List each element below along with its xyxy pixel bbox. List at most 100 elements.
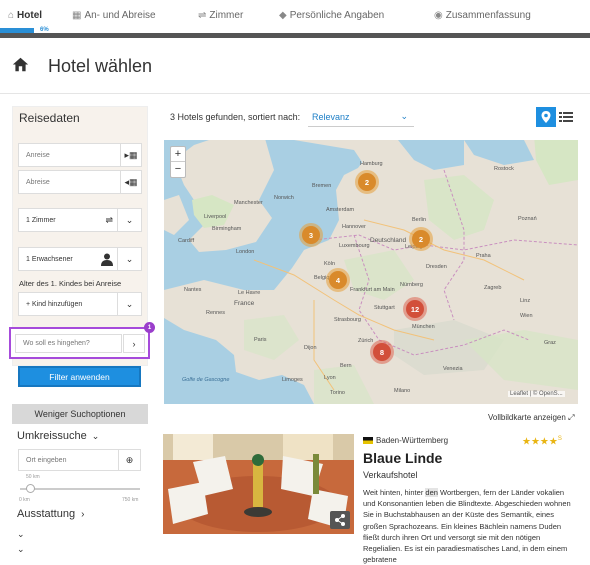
map-label: Zagreb	[484, 285, 502, 291]
map-label: Deutschland	[370, 237, 407, 244]
hotel-map[interactable]: Hamburg Berlin Amsterdam Köln Frankfurt …	[164, 140, 578, 404]
step-arrival-departure[interactable]: ▦ An- und Abreise	[72, 10, 156, 21]
bed-icon: ⇌	[198, 10, 207, 21]
map-label: France	[234, 300, 255, 307]
map-label: Nürnberg	[400, 282, 423, 288]
arrival-date-field[interactable]: Anreise	[18, 143, 121, 167]
fewer-search-options-button[interactable]: Weniger Suchoptionen	[12, 404, 148, 424]
notification-badge: 1	[144, 322, 155, 333]
adults-value: 1 Erwachsener	[26, 255, 73, 263]
map-label: London	[236, 249, 255, 255]
step-label: Zusammenfassung	[445, 10, 531, 21]
map-label: Berlin	[412, 217, 427, 223]
rooms-dropdown-button[interactable]: ⌄	[117, 208, 142, 232]
hotel-cluster-marker[interactable]: 12	[403, 297, 427, 321]
divider	[0, 93, 590, 94]
chevron-down-icon: ⌄	[17, 529, 25, 539]
cluster-count: 3	[302, 226, 320, 244]
map-label: Bern	[340, 363, 352, 369]
locate-button[interactable]: ⊕	[118, 449, 141, 471]
map-view-button[interactable]	[536, 107, 556, 127]
add-child-label: + Kind hinzufügen	[26, 300, 83, 308]
destination-go-button[interactable]: ›	[123, 334, 145, 353]
step-personal-details[interactable]: ◆ Persönliche Angaben	[279, 10, 384, 21]
map-label: Dresden	[426, 264, 447, 270]
rooms-select[interactable]: 1 Zimmer ⇌	[18, 208, 118, 232]
chevron-down-icon: ⌄	[91, 431, 100, 441]
adults-dropdown-button[interactable]: ⌄	[117, 247, 142, 271]
map-attribution[interactable]: Leaflet | © OpenS...	[508, 391, 565, 397]
amenities-toggle[interactable]: Ausstattung ›	[17, 508, 84, 520]
map-label: Rennes	[206, 310, 225, 316]
map-label: Le Havre	[238, 290, 261, 296]
arrival-calendar-button[interactable]: ▸▦	[120, 143, 142, 167]
map-label: Venezia	[443, 366, 463, 372]
map-label: Torino	[330, 390, 345, 396]
zoom-in-button[interactable]: +	[171, 147, 185, 162]
apply-filter-button[interactable]: Filter anwenden	[18, 366, 141, 387]
cluster-count: 2	[358, 173, 376, 191]
hotel-cluster-marker[interactable]: 2	[355, 170, 379, 194]
sidebar-heading: Reisedaten	[19, 111, 80, 125]
step-hotel[interactable]: ⌂ Hotel	[8, 10, 42, 21]
hotel-description: Weit hinten, hinter den Wortbergen, fern…	[363, 487, 578, 565]
map-label: Golfe de Gascogne	[182, 377, 230, 383]
add-child-select[interactable]: + Kind hinzufügen	[18, 292, 118, 316]
map-label: Dijon	[304, 345, 317, 351]
map-label: Frankfurt am Main	[350, 287, 395, 293]
step-summary[interactable]: ◉ Zusammenfassung	[434, 10, 531, 21]
adults-select[interactable]: 1 Erwachsener	[18, 247, 118, 271]
departure-calendar-button[interactable]: ◂▦	[120, 170, 142, 194]
map-label: Birmingham	[212, 226, 242, 232]
map-label: Liverpool	[204, 214, 227, 220]
map-label: Rostock	[494, 166, 514, 172]
step-label: An- und Abreise	[84, 10, 156, 21]
hotel-type: Verkaufshotel	[363, 470, 418, 480]
cluster-count: 4	[329, 271, 347, 289]
departure-date-field[interactable]: Abreise	[18, 170, 121, 194]
chevron-down-icon: ⌄	[125, 253, 134, 264]
child-age-label: Alter des 1. Kindes bei Anreise	[19, 279, 122, 288]
crosshair-icon: ⊕	[125, 454, 134, 465]
cluster-count: 2	[412, 230, 430, 248]
hotel-photo[interactable]	[163, 434, 354, 534]
map-label: Bremen	[312, 183, 332, 189]
hotel-cluster-marker[interactable]: 3	[299, 223, 323, 247]
zoom-out-button[interactable]: −	[171, 162, 185, 177]
fullscreen-map-label: Vollbildkarte anzeigen	[488, 413, 566, 422]
radius-max: 750 km	[122, 497, 139, 503]
map-label: Lyon	[324, 375, 336, 381]
radius-slider-track[interactable]	[20, 488, 140, 490]
bed-icon: ⇌	[105, 214, 113, 225]
hotel-star-rating: ★★★★S	[522, 436, 562, 447]
sort-value: Relevanz	[312, 112, 350, 122]
list-view-button[interactable]	[558, 108, 574, 126]
page-title: Hotel wählen	[48, 56, 153, 76]
map-zoom-control: + −	[170, 146, 186, 178]
map-label: Hannover	[342, 224, 366, 230]
expand-toggle[interactable]: ⌄	[17, 544, 25, 555]
destination-input[interactable]: Wo soll es hingehen?	[15, 334, 122, 353]
expand-toggle[interactable]: ⌄	[17, 529, 25, 540]
share-button[interactable]	[330, 511, 350, 529]
sort-select[interactable]: Relevanz ⌄	[308, 107, 414, 127]
hotel-cluster-marker[interactable]: 4	[326, 268, 350, 292]
map-label: Poznań	[518, 216, 537, 222]
fullscreen-map-link[interactable]: Vollbildkarte anzeigen ⤢	[488, 413, 574, 423]
add-child-dropdown-button[interactable]: ⌄	[117, 292, 142, 316]
place-input[interactable]: Ort eingeben	[18, 449, 119, 471]
chevron-down-icon: ⌄	[125, 214, 134, 225]
eye-icon: ◉	[434, 10, 443, 21]
radius-search-toggle[interactable]: Umkreissuche ⌄	[17, 430, 99, 442]
hotel-cluster-marker[interactable]: 8	[370, 340, 394, 364]
step-rooms[interactable]: ⇌ Zimmer	[198, 10, 243, 21]
hotel-region: Baden-Württemberg	[376, 436, 449, 445]
chevron-right-icon: ›	[81, 509, 85, 520]
radius-min: 0 km	[19, 497, 30, 503]
hotel-cluster-marker[interactable]: 2	[409, 227, 433, 251]
map-label: Zürich	[358, 338, 374, 344]
map-label: Köln	[324, 261, 336, 267]
radius-slider-handle[interactable]	[26, 484, 35, 493]
hotel-name[interactable]: Blaue Linde	[363, 450, 442, 466]
map-label: Amsterdam	[326, 207, 355, 213]
